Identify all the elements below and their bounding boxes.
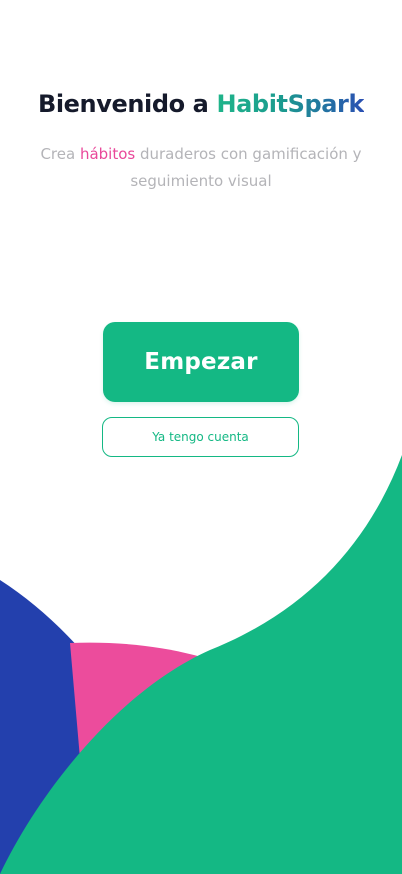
start-button[interactable]: Empezar	[103, 322, 299, 402]
title-prefix: Bienvenido a	[37, 90, 217, 118]
welcome-subtitle: Crea hábitos duraderos con gamificación …	[40, 141, 362, 195]
welcome-screen: Bienvenido a HabitSpark Crea hábitos dur…	[0, 0, 402, 874]
subtitle-text-end: duraderos con gamificación y seguimiento…	[130, 145, 362, 190]
have-account-button[interactable]: Ya tengo cuenta	[102, 417, 299, 457]
welcome-title: Bienvenido a HabitSpark	[0, 86, 402, 122]
blue-blob-shape	[0, 580, 200, 874]
subtitle-text-start: Crea	[40, 145, 80, 163]
brand-name: HabitSpark	[216, 90, 365, 118]
green-wave-shape	[0, 455, 402, 874]
subtitle-highlight: hábitos	[79, 145, 136, 163]
pink-blob-shape	[70, 642, 280, 874]
